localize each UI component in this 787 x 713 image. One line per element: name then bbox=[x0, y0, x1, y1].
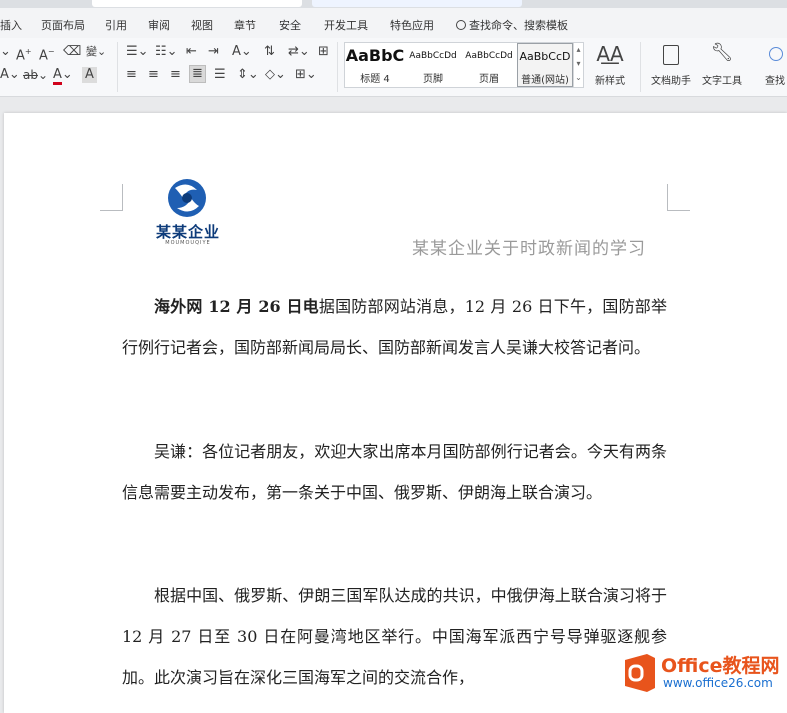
style-sample: AaBbC bbox=[345, 46, 405, 65]
style-normal-web[interactable]: AaBbCcD 普通(网站) bbox=[517, 43, 573, 87]
new-style-label: 新样式 bbox=[595, 76, 625, 87]
menu-security[interactable]: 安全 bbox=[279, 17, 301, 33]
find-button[interactable]: 查找 bbox=[765, 42, 787, 87]
menu-bar: 插入 页面布局 引用 审阅 视图 章节 安全 开发工具 特色应用 查找命令、搜索… bbox=[0, 8, 787, 39]
paragraph-text: 吴谦：各位记者朋友，欢迎大家出席本月国防部例行记者会。今天有两条信息需要主动发布… bbox=[122, 442, 667, 502]
line-spacing-icon[interactable]: ⇕⌄ bbox=[237, 67, 259, 83]
borders-icon[interactable]: ⊞⌄ bbox=[295, 67, 317, 83]
search-icon bbox=[456, 20, 466, 30]
align-right-icon[interactable]: ≡ bbox=[170, 67, 181, 83]
paragraph-3[interactable]: 根据中国、俄罗斯、伊朗三国军队达成的共识，中俄伊海上联合演习将于 12 月 27… bbox=[122, 575, 667, 698]
decrease-indent-icon[interactable]: ⇤ bbox=[186, 44, 197, 60]
style-heading-4[interactable]: AaBbC 标题 4 bbox=[345, 43, 405, 87]
text-tools-label: 文字工具 bbox=[702, 76, 742, 87]
sort-icon[interactable]: ⇅ bbox=[264, 44, 275, 60]
style-gallery-scroll[interactable]: ▴ ▾ ⌄ bbox=[573, 43, 583, 87]
find-icon bbox=[769, 47, 783, 61]
bullets-icon[interactable]: ☰⌄ bbox=[126, 44, 149, 60]
logo-icon bbox=[168, 179, 206, 217]
style-gallery: AaBbC 标题 4 AaBbCcDd 页脚 AaBbCcDd 页眉 AaBbC… bbox=[344, 42, 584, 88]
company-logo: 某某企业 MOUMOUQIYE bbox=[153, 176, 223, 246]
margin-mark-top-right bbox=[667, 184, 690, 211]
paragraph-1[interactable]: 海外网 12 月 26 日电据国防部网站消息，12 月 26 日下午，国防部举行… bbox=[122, 286, 667, 368]
active-document-tab[interactable] bbox=[312, 0, 522, 7]
find-label: 查找 bbox=[765, 76, 785, 87]
menu-page-layout[interactable]: 页面布局 bbox=[41, 17, 85, 33]
align-left-icon[interactable]: ≡ bbox=[126, 67, 137, 83]
doc-assistant-icon bbox=[663, 45, 679, 65]
grow-font-icon[interactable]: A+ bbox=[16, 44, 32, 64]
style-sample: AaBbCcD bbox=[519, 50, 571, 63]
menu-section[interactable]: 章节 bbox=[234, 17, 256, 33]
doc-assistant-label: 文档助手 bbox=[651, 76, 691, 87]
watermark-brand: Office教程网 bbox=[661, 655, 780, 677]
wrench-icon: 🔧︎ bbox=[710, 42, 734, 63]
clear-format-icon[interactable]: ⌫ bbox=[63, 44, 81, 60]
ribbon-separator bbox=[117, 42, 118, 92]
phonetic-guide-icon[interactable]: 變⌄ bbox=[86, 44, 106, 60]
watermark-url: www.office26.com bbox=[663, 676, 773, 690]
command-search[interactable]: 查找命令、搜索模板 bbox=[456, 17, 568, 33]
text-tools-button[interactable]: 🔧︎ 文字工具 bbox=[702, 42, 742, 87]
align-center-icon[interactable]: ≡ bbox=[148, 67, 159, 83]
new-style-icon: A͟A bbox=[596, 42, 624, 66]
ribbon-separator bbox=[337, 42, 338, 92]
menu-special-apps[interactable]: 特色应用 bbox=[390, 17, 434, 33]
style-name: 标题 4 bbox=[360, 74, 390, 85]
char-shading-icon[interactable]: A bbox=[82, 67, 97, 83]
style-header[interactable]: AaBbCcDd 页眉 bbox=[461, 43, 517, 87]
logo-subtext: MOUMOUQIYE bbox=[165, 240, 211, 246]
ribbon-separator bbox=[640, 42, 641, 92]
office-logo-icon bbox=[625, 654, 655, 692]
paragraph-lead: 海外网 12 月 26 日电 bbox=[154, 297, 319, 316]
paragraph-text: 根据中国、俄罗斯、伊朗三国军队达成的共识，中俄伊海上联合演习将于 12 月 27… bbox=[122, 586, 667, 687]
style-name: 页眉 bbox=[479, 74, 499, 85]
increase-indent-icon[interactable]: ⇥ bbox=[208, 44, 219, 60]
show-marks-icon[interactable]: ⇄⌄ bbox=[288, 44, 310, 60]
paragraph-2[interactable]: 吴谦：各位记者朋友，欢迎大家出席本月国防部例行记者会。今天有两条信息需要主动发布… bbox=[122, 431, 667, 513]
menu-insert[interactable]: 插入 bbox=[0, 17, 22, 33]
font-size-dropdown[interactable]: ⌄ bbox=[0, 44, 11, 60]
table-insert-icon[interactable]: ⊞ bbox=[318, 44, 329, 60]
chinese-layout-icon[interactable]: A⌄ bbox=[232, 44, 252, 60]
strikethrough-icon[interactable]: ab⌄ bbox=[23, 67, 48, 83]
margin-mark-top-left bbox=[100, 184, 123, 211]
style-sample: AaBbCcDd bbox=[409, 51, 457, 61]
shrink-font-icon[interactable]: A− bbox=[39, 44, 55, 64]
style-footer[interactable]: AaBbCcDd 页脚 bbox=[405, 43, 461, 87]
menu-developer-tools[interactable]: 开发工具 bbox=[324, 17, 368, 33]
distributed-icon[interactable]: ☰ bbox=[214, 67, 226, 83]
doc-assistant-button[interactable]: 文档助手 bbox=[651, 42, 691, 87]
shading-icon[interactable]: ◇⌄ bbox=[265, 67, 286, 83]
document-tab[interactable] bbox=[92, 0, 302, 7]
style-sample: AaBbCcDd bbox=[465, 51, 513, 61]
new-style-button[interactable]: A͟A 新样式 bbox=[595, 42, 625, 87]
site-watermark: Office教程网 www.office26.com bbox=[619, 648, 787, 699]
style-name: 页脚 bbox=[423, 74, 443, 85]
numbering-icon[interactable]: ☷⌄ bbox=[155, 44, 178, 60]
menu-view[interactable]: 视图 bbox=[191, 17, 213, 33]
header-title: 某某企业关于时政新闻的学习 bbox=[412, 239, 646, 259]
text-effect-icon[interactable]: A⌄ bbox=[0, 67, 20, 83]
command-search-label: 查找命令、搜索模板 bbox=[469, 19, 568, 32]
menu-review[interactable]: 审阅 bbox=[148, 17, 170, 33]
justify-icon[interactable]: ≣ bbox=[189, 65, 206, 83]
style-name: 普通(网站) bbox=[521, 75, 569, 86]
font-color-icon[interactable]: A⌄ bbox=[53, 67, 73, 85]
logo-text: 某某企业 bbox=[155, 223, 220, 241]
tab-strip bbox=[0, 0, 787, 8]
menu-references[interactable]: 引用 bbox=[105, 17, 127, 33]
